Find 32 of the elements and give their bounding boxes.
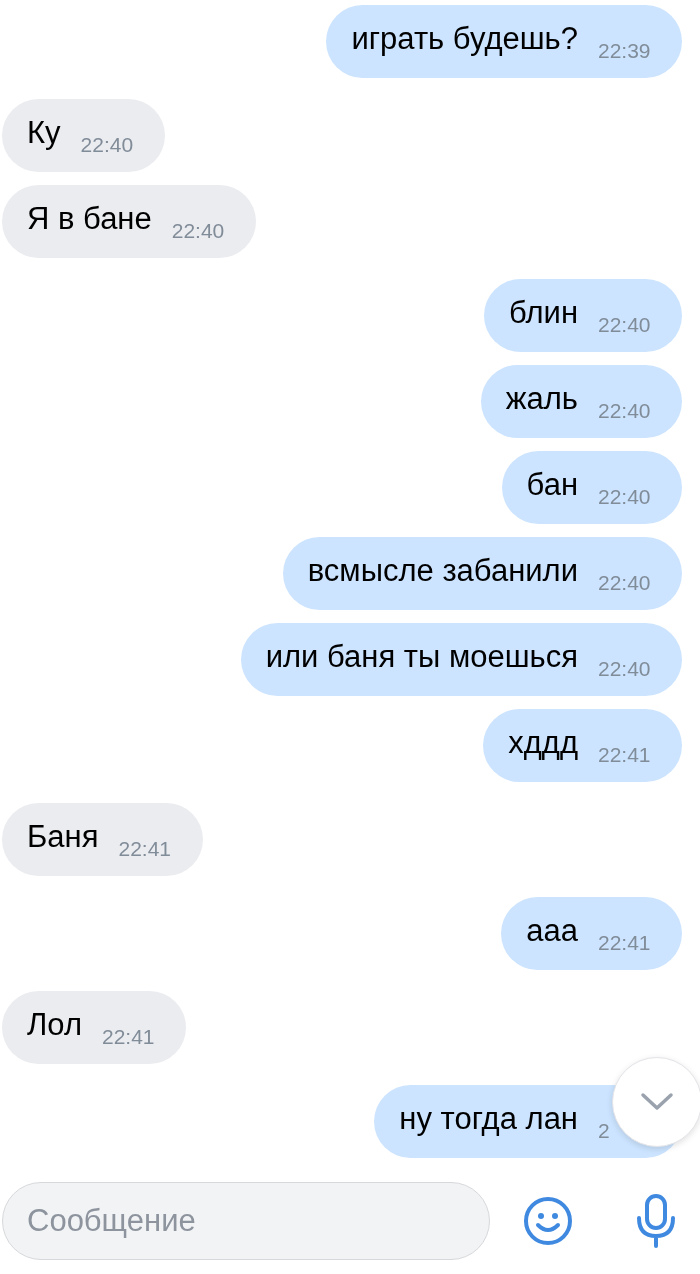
message-text: или баня ты моешься — [265, 638, 578, 675]
emoji-button[interactable] — [522, 1195, 574, 1247]
message-text: Лол — [27, 1006, 82, 1043]
message-time: 22:40 — [598, 398, 652, 423]
voice-button[interactable] — [634, 1193, 678, 1249]
message-time: 22:41 — [102, 1024, 156, 1049]
smiley-icon — [522, 1195, 574, 1247]
message-time: 22:41 — [118, 836, 173, 861]
message-field[interactable]: Сообщение — [2, 1182, 490, 1260]
message-time: 22:40 — [598, 656, 652, 681]
message-text: Ку — [27, 114, 61, 151]
message-text: бан — [526, 466, 578, 503]
message-text: ааа — [526, 912, 578, 949]
message-text: блин — [509, 294, 578, 331]
message-time: 22:41 — [598, 930, 652, 955]
message-text: играть будешь? — [351, 20, 578, 57]
message-time: 22:40 — [171, 218, 226, 243]
message-time: 22:40 — [598, 484, 652, 509]
message-text: Я в бане — [27, 200, 152, 237]
message-text: всмысле забанили — [307, 552, 578, 589]
message-time: 2 — [598, 1118, 611, 1143]
message-text: ну тогда лан — [399, 1100, 578, 1137]
message-time: 22:39 — [598, 38, 652, 63]
message-time: 22:40 — [80, 132, 135, 157]
message-time: 22:41 — [598, 742, 652, 767]
message-text: Баня — [27, 818, 99, 855]
chevron-down-icon — [640, 1092, 674, 1112]
microphone-icon — [634, 1193, 678, 1249]
message-text: хддд — [508, 724, 578, 761]
message-time: 22:40 — [598, 570, 652, 595]
message-time: 22:40 — [598, 312, 652, 337]
message-text: жаль — [505, 380, 578, 417]
